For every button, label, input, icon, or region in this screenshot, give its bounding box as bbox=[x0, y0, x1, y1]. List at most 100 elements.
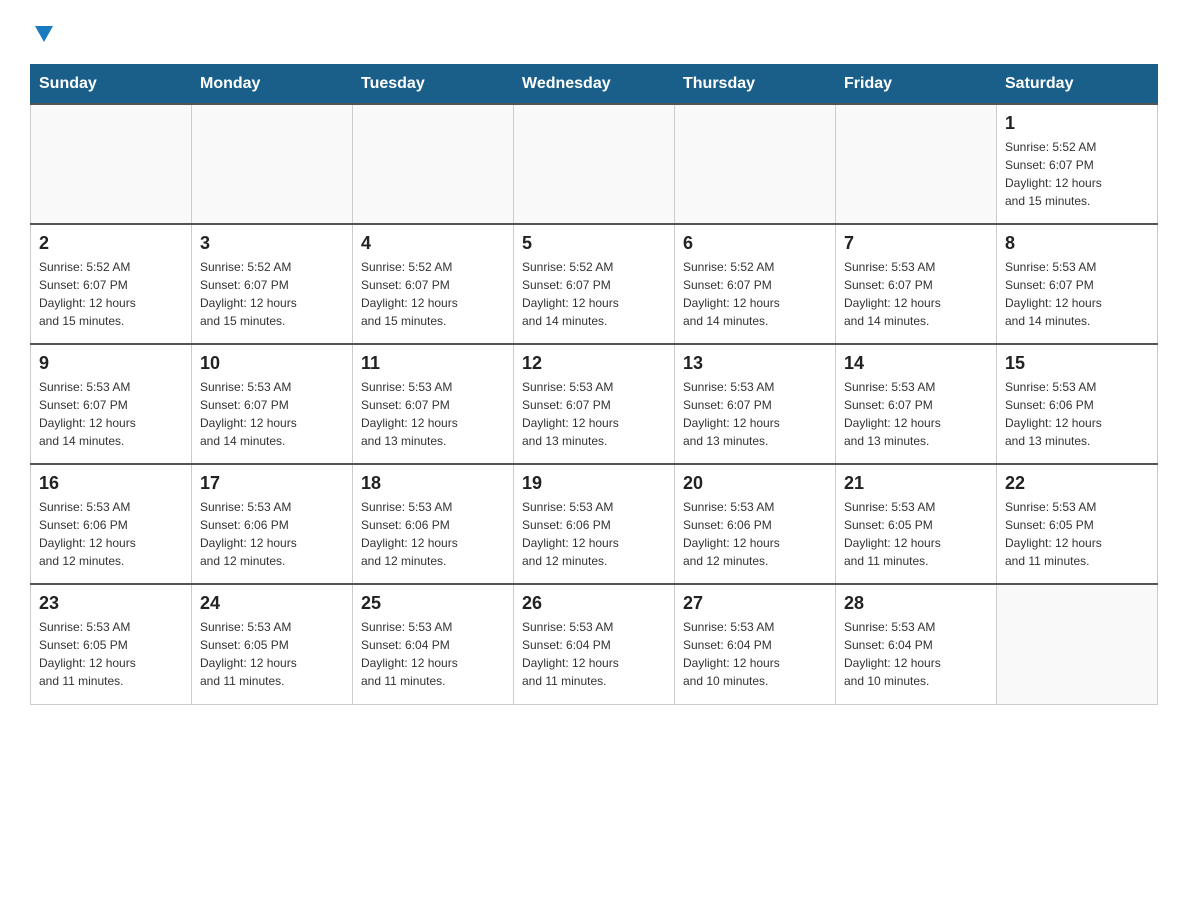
day-info: Sunrise: 5:53 AMSunset: 6:04 PMDaylight:… bbox=[844, 618, 988, 690]
day-info: Sunrise: 5:53 AMSunset: 6:06 PMDaylight:… bbox=[200, 498, 344, 570]
logo bbox=[30, 20, 55, 44]
day-number: 8 bbox=[1005, 233, 1149, 254]
calendar-cell: 22Sunrise: 5:53 AMSunset: 6:05 PMDayligh… bbox=[997, 464, 1158, 584]
calendar-cell: 17 Sunrise: 5:53 AMSunset: 6:06 PMDayligh… bbox=[192, 464, 353, 584]
day-number: 26 bbox=[522, 593, 666, 614]
day-info: Sunrise: 5:53 AMSunset: 6:06 PMDaylight:… bbox=[522, 498, 666, 570]
calendar-cell: 15 Sunrise: 5:53 AMSunset: 6:06 PMDayligh… bbox=[997, 344, 1158, 464]
calendar-cell: 25 Sunrise: 5:53 AMSunset: 6:04 PMDayligh… bbox=[353, 584, 514, 704]
week-row-4: 23Sunrise: 5:53 AMSunset: 6:05 PMDayligh… bbox=[31, 584, 1158, 704]
header-day-thursday: Thursday bbox=[675, 65, 836, 105]
day-info: Sunrise: 5:53 AMSunset: 6:06 PMDaylight:… bbox=[1005, 378, 1149, 450]
calendar-cell: 23Sunrise: 5:53 AMSunset: 6:05 PMDayligh… bbox=[31, 584, 192, 704]
calendar-cell: 26 Sunrise: 5:53 AMSunset: 6:04 PMDayligh… bbox=[514, 584, 675, 704]
header-day-sunday: Sunday bbox=[31, 65, 192, 105]
calendar-cell bbox=[353, 104, 514, 224]
day-info: Sunrise: 5:53 AMSunset: 6:04 PMDaylight:… bbox=[522, 618, 666, 690]
calendar-table: SundayMondayTuesdayWednesdayThursdayFrid… bbox=[30, 64, 1158, 705]
day-number: 4 bbox=[361, 233, 505, 254]
calendar-cell bbox=[836, 104, 997, 224]
day-number: 14 bbox=[844, 353, 988, 374]
day-info: Sunrise: 5:53 AMSunset: 6:07 PMDaylight:… bbox=[39, 378, 183, 450]
week-row-1: 2 Sunrise: 5:52 AMSunset: 6:07 PMDaylight… bbox=[31, 224, 1158, 344]
day-info: Sunrise: 5:53 AMSunset: 6:04 PMDaylight:… bbox=[361, 618, 505, 690]
day-info: Sunrise: 5:52 AMSunset: 6:07 PMDaylight:… bbox=[522, 258, 666, 330]
day-info: Sunrise: 5:53 AMSunset: 6:07 PMDaylight:… bbox=[844, 258, 988, 330]
day-number: 22 bbox=[1005, 473, 1149, 494]
day-number: 1 bbox=[1005, 113, 1149, 134]
calendar-cell: 3 Sunrise: 5:52 AMSunset: 6:07 PMDaylight… bbox=[192, 224, 353, 344]
day-number: 9 bbox=[39, 353, 183, 374]
day-info: Sunrise: 5:53 AMSunset: 6:07 PMDaylight:… bbox=[844, 378, 988, 450]
calendar-cell: 18 Sunrise: 5:53 AMSunset: 6:06 PMDayligh… bbox=[353, 464, 514, 584]
day-info: Sunrise: 5:53 AMSunset: 6:05 PMDaylight:… bbox=[844, 498, 988, 570]
logo-content bbox=[30, 20, 55, 44]
day-info: Sunrise: 5:53 AMSunset: 6:06 PMDaylight:… bbox=[683, 498, 827, 570]
day-number: 12 bbox=[522, 353, 666, 374]
calendar-cell: 1 Sunrise: 5:52 AMSunset: 6:07 PMDaylight… bbox=[997, 104, 1158, 224]
calendar-cell bbox=[997, 584, 1158, 704]
day-info: Sunrise: 5:53 AMSunset: 6:05 PMDaylight:… bbox=[200, 618, 344, 690]
calendar-cell: 14 Sunrise: 5:53 AMSunset: 6:07 PMDayligh… bbox=[836, 344, 997, 464]
header-day-saturday: Saturday bbox=[997, 65, 1158, 105]
calendar-body: 1 Sunrise: 5:52 AMSunset: 6:07 PMDaylight… bbox=[31, 104, 1158, 704]
calendar-cell: 19Sunrise: 5:53 AMSunset: 6:06 PMDayligh… bbox=[514, 464, 675, 584]
day-number: 17 bbox=[200, 473, 344, 494]
day-number: 16 bbox=[39, 473, 183, 494]
day-number: 15 bbox=[1005, 353, 1149, 374]
calendar-cell: 5 Sunrise: 5:52 AMSunset: 6:07 PMDaylight… bbox=[514, 224, 675, 344]
day-info: Sunrise: 5:53 AMSunset: 6:07 PMDaylight:… bbox=[522, 378, 666, 450]
calendar-cell: 12 Sunrise: 5:53 AMSunset: 6:07 PMDayligh… bbox=[514, 344, 675, 464]
day-info: Sunrise: 5:52 AMSunset: 6:07 PMDaylight:… bbox=[200, 258, 344, 330]
day-number: 2 bbox=[39, 233, 183, 254]
header-row: SundayMondayTuesdayWednesdayThursdayFrid… bbox=[31, 65, 1158, 105]
day-info: Sunrise: 5:53 AMSunset: 6:07 PMDaylight:… bbox=[200, 378, 344, 450]
day-number: 7 bbox=[844, 233, 988, 254]
page-header bbox=[30, 20, 1158, 44]
calendar-cell: 11 Sunrise: 5:53 AMSunset: 6:07 PMDayligh… bbox=[353, 344, 514, 464]
calendar-cell: 13Sunrise: 5:53 AMSunset: 6:07 PMDayligh… bbox=[675, 344, 836, 464]
week-row-2: 9 Sunrise: 5:53 AMSunset: 6:07 PMDaylight… bbox=[31, 344, 1158, 464]
day-info: Sunrise: 5:53 AMSunset: 6:06 PMDaylight:… bbox=[39, 498, 183, 570]
calendar-cell: 9 Sunrise: 5:53 AMSunset: 6:07 PMDaylight… bbox=[31, 344, 192, 464]
header-day-monday: Monday bbox=[192, 65, 353, 105]
header-day-wednesday: Wednesday bbox=[514, 65, 675, 105]
day-info: Sunrise: 5:52 AMSunset: 6:07 PMDaylight:… bbox=[39, 258, 183, 330]
calendar-cell: 2 Sunrise: 5:52 AMSunset: 6:07 PMDaylight… bbox=[31, 224, 192, 344]
week-row-3: 16 Sunrise: 5:53 AMSunset: 6:06 PMDayligh… bbox=[31, 464, 1158, 584]
calendar-cell bbox=[514, 104, 675, 224]
calendar-cell: 27 Sunrise: 5:53 AMSunset: 6:04 PMDayligh… bbox=[675, 584, 836, 704]
day-number: 6 bbox=[683, 233, 827, 254]
day-info: Sunrise: 5:52 AMSunset: 6:07 PMDaylight:… bbox=[1005, 138, 1149, 210]
day-info: Sunrise: 5:52 AMSunset: 6:07 PMDaylight:… bbox=[683, 258, 827, 330]
day-number: 24 bbox=[200, 593, 344, 614]
day-number: 11 bbox=[361, 353, 505, 374]
week-row-0: 1 Sunrise: 5:52 AMSunset: 6:07 PMDaylight… bbox=[31, 104, 1158, 224]
calendar-cell bbox=[675, 104, 836, 224]
header-day-tuesday: Tuesday bbox=[353, 65, 514, 105]
calendar-cell: 10 Sunrise: 5:53 AMSunset: 6:07 PMDayligh… bbox=[192, 344, 353, 464]
day-number: 21 bbox=[844, 473, 988, 494]
day-info: Sunrise: 5:53 AMSunset: 6:05 PMDaylight:… bbox=[39, 618, 183, 690]
day-info: Sunrise: 5:53 AMSunset: 6:07 PMDaylight:… bbox=[361, 378, 505, 450]
day-number: 27 bbox=[683, 593, 827, 614]
day-info: Sunrise: 5:53 AMSunset: 6:07 PMDaylight:… bbox=[683, 378, 827, 450]
calendar-cell: 6 Sunrise: 5:52 AMSunset: 6:07 PMDaylight… bbox=[675, 224, 836, 344]
day-info: Sunrise: 5:52 AMSunset: 6:07 PMDaylight:… bbox=[361, 258, 505, 330]
day-number: 28 bbox=[844, 593, 988, 614]
day-number: 10 bbox=[200, 353, 344, 374]
calendar-cell bbox=[31, 104, 192, 224]
calendar-cell: 20Sunrise: 5:53 AMSunset: 6:06 PMDayligh… bbox=[675, 464, 836, 584]
day-number: 3 bbox=[200, 233, 344, 254]
day-number: 18 bbox=[361, 473, 505, 494]
day-info: Sunrise: 5:53 AMSunset: 6:04 PMDaylight:… bbox=[683, 618, 827, 690]
calendar-header: SundayMondayTuesdayWednesdayThursdayFrid… bbox=[31, 65, 1158, 105]
day-info: Sunrise: 5:53 AMSunset: 6:06 PMDaylight:… bbox=[361, 498, 505, 570]
day-info: Sunrise: 5:53 AMSunset: 6:07 PMDaylight:… bbox=[1005, 258, 1149, 330]
logo-triangle-icon bbox=[33, 22, 55, 44]
calendar-cell: 28 Sunrise: 5:53 AMSunset: 6:04 PMDayligh… bbox=[836, 584, 997, 704]
calendar-cell: 24 Sunrise: 5:53 AMSunset: 6:05 PMDayligh… bbox=[192, 584, 353, 704]
day-number: 25 bbox=[361, 593, 505, 614]
calendar-cell: 7 Sunrise: 5:53 AMSunset: 6:07 PMDaylight… bbox=[836, 224, 997, 344]
day-number: 5 bbox=[522, 233, 666, 254]
